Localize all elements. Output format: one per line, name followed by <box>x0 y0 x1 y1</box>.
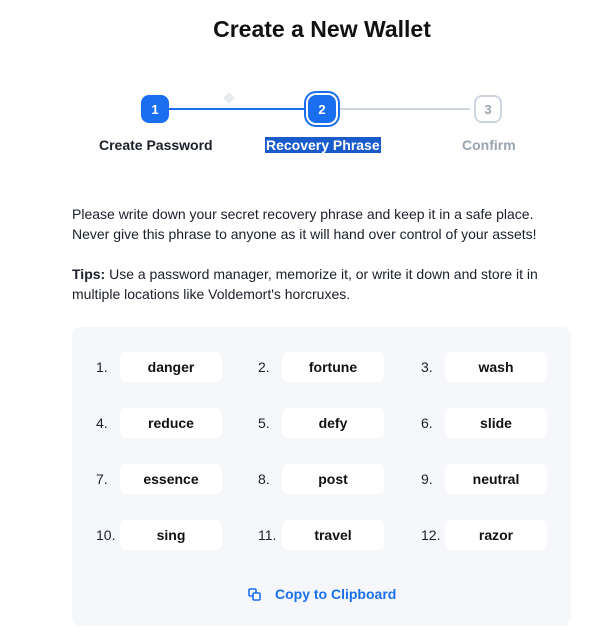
step-1-indicator[interactable]: 1 <box>141 95 169 123</box>
tips-paragraph: Tips: Use a password manager, memorize i… <box>72 264 552 304</box>
step-connector-complete <box>169 108 304 110</box>
word-index: 9. <box>421 471 433 487</box>
word-chip: razor <box>445 520 547 550</box>
stepper: 1 2 3 Create Password Recovery Phrase Co… <box>0 0 589 170</box>
word-index: 3. <box>421 359 433 375</box>
word-chip: post <box>282 464 384 494</box>
word-chip: wash <box>445 352 547 382</box>
tips-text: Use a password manager, memorize it, or … <box>72 266 538 302</box>
cursor-marker <box>223 92 235 104</box>
instructions-text: Please write down your secret recovery p… <box>72 206 537 242</box>
word-index: 11. <box>258 527 277 543</box>
word-chip: essence <box>120 464 222 494</box>
word-index: 8. <box>258 471 270 487</box>
word-index: 6. <box>421 415 433 431</box>
word-chip: fortune <box>282 352 384 382</box>
step-connector-pending <box>340 108 470 110</box>
word-index: 10. <box>96 527 116 543</box>
copy-icon <box>248 587 261 601</box>
word-chip: travel <box>282 520 384 550</box>
copy-label: Copy to Clipboard <box>275 586 397 602</box>
step-1-label: Create Password <box>99 137 213 153</box>
word-chip: reduce <box>120 408 222 438</box>
word-chip: sing <box>120 520 222 550</box>
step-2-label: Recovery Phrase <box>265 137 381 153</box>
copy-to-clipboard-button[interactable]: Copy to Clipboard <box>248 586 396 602</box>
word-chip: slide <box>445 408 547 438</box>
word-index: 5. <box>258 415 270 431</box>
word-chip: danger <box>120 352 222 382</box>
step-3-label: Confirm <box>462 137 516 153</box>
word-index: 1. <box>96 359 108 375</box>
word-index: 4. <box>96 415 108 431</box>
word-index: 7. <box>96 471 108 487</box>
word-index: 2. <box>258 359 270 375</box>
word-chip: neutral <box>445 464 547 494</box>
tips-label: Tips: <box>72 266 106 282</box>
word-chip: defy <box>282 408 384 438</box>
step-3-indicator[interactable]: 3 <box>474 95 502 123</box>
step-2-indicator[interactable]: 2 <box>308 95 336 123</box>
word-index: 12. <box>421 527 441 543</box>
